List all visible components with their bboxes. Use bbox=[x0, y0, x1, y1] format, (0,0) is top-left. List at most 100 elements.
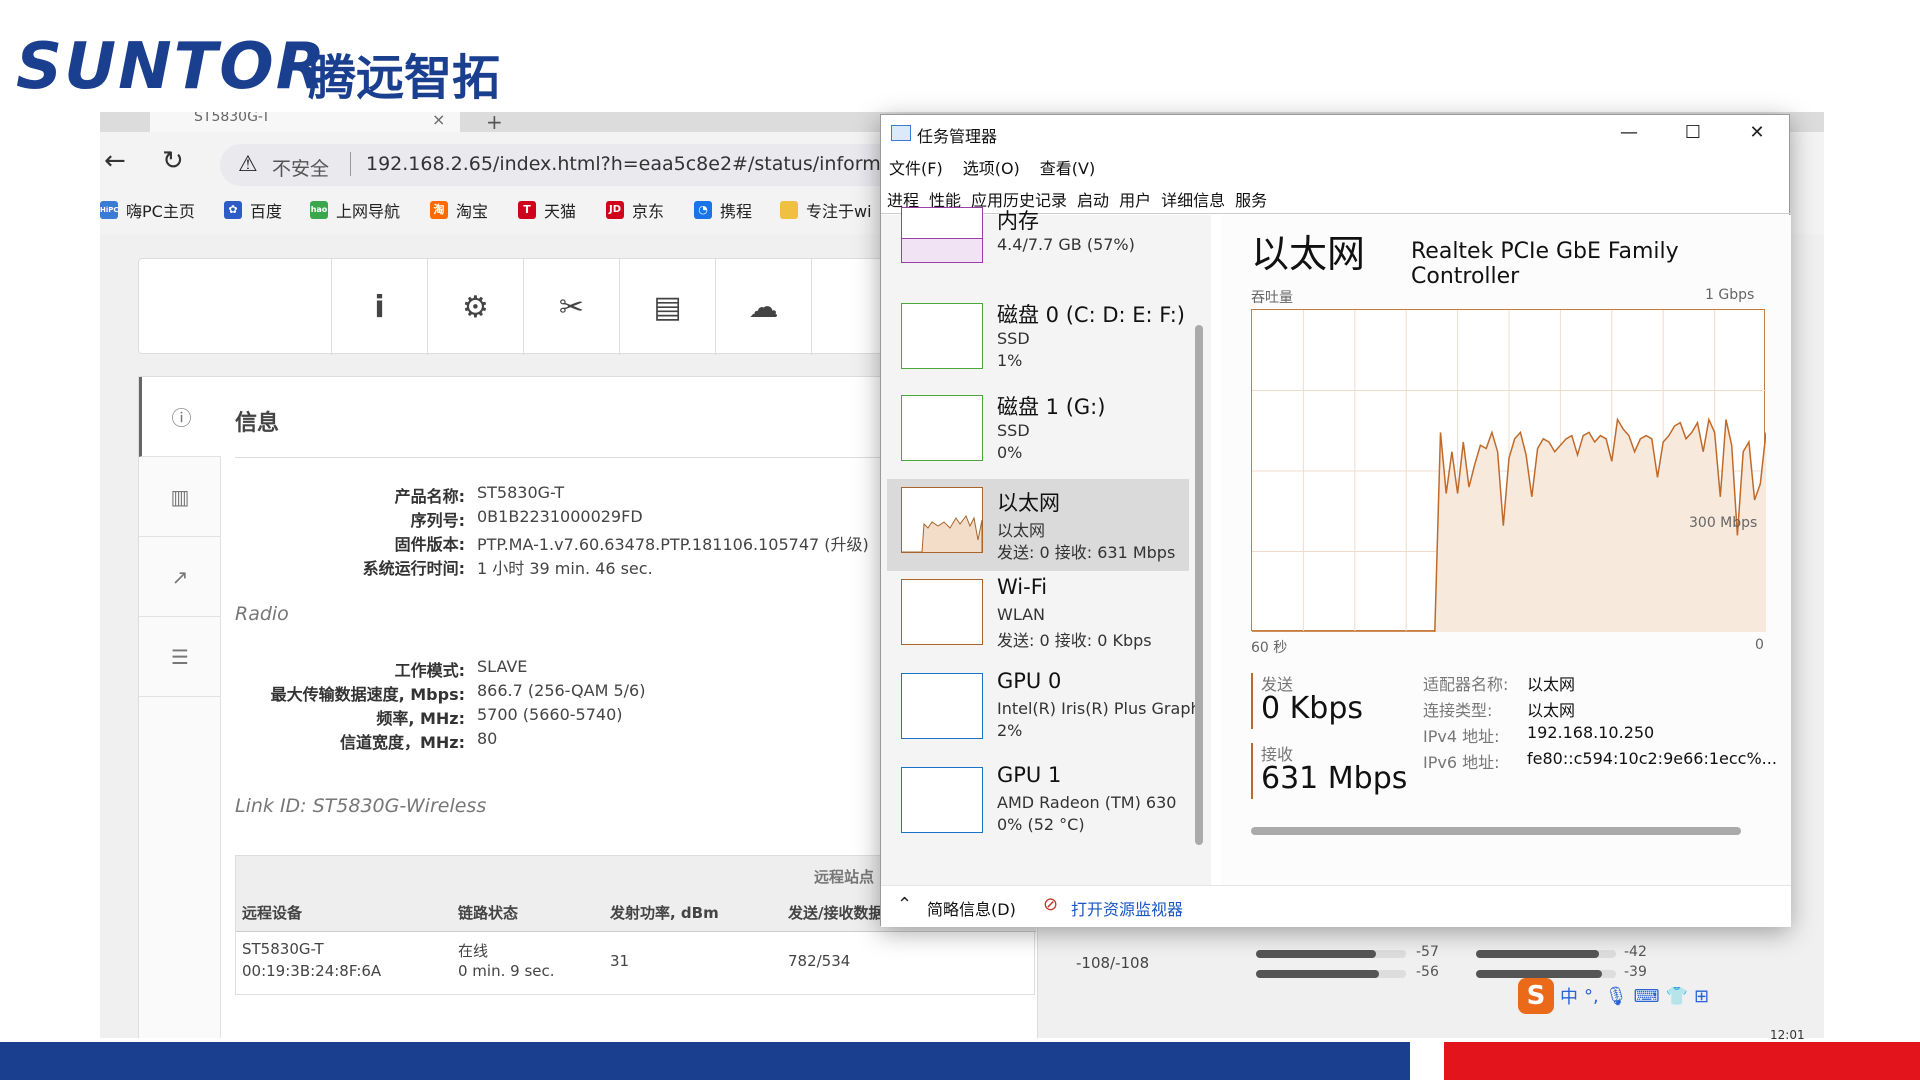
signal-bar-label: -57 bbox=[1416, 944, 1439, 960]
throughput-graph bbox=[1251, 309, 1767, 633]
keyboard-icon[interactable]: ⌨ bbox=[1634, 986, 1660, 1007]
device-toolbar: i ⚙ ✂ ▤ ☁ bbox=[138, 258, 898, 355]
info-icon[interactable]: i bbox=[331, 259, 427, 355]
bookmark-item[interactable]: ◔ 携程 bbox=[694, 198, 752, 222]
globe-icon: ◔ bbox=[694, 201, 712, 219]
gear-icon[interactable]: ⚙ bbox=[427, 259, 523, 355]
resource-detail: WLAN bbox=[997, 605, 1046, 624]
resource-gpu0[interactable]: GPU 0 Intel(R) Iris(R) Plus Graph 2% bbox=[887, 665, 1201, 753]
signal-bar-fill bbox=[1256, 970, 1379, 978]
resource-disk1[interactable]: 磁盘 1 (G:) SSD 0% bbox=[887, 387, 1189, 475]
resource-list-scrollbar[interactable] bbox=[1195, 325, 1203, 845]
detail-value: 192.168.10.250 bbox=[1527, 723, 1655, 742]
field-value: 1 小时 39 min. 46 sec. bbox=[477, 559, 653, 578]
remote-device-mac: 00:19:3B:24:8F:6A bbox=[242, 962, 382, 980]
resource-detail: AMD Radeon (TM) 630 bbox=[997, 793, 1177, 812]
new-tab-icon[interactable]: + bbox=[486, 112, 503, 134]
resource-detail: SSD bbox=[997, 329, 1030, 348]
signal-bar-label: -56 bbox=[1416, 964, 1439, 980]
resource-disk0[interactable]: 磁盘 0 (C: D: E: F:) SSD 1% bbox=[887, 295, 1189, 383]
detail-value: fe80::c594:10c2:9e66:1ecc%... bbox=[1527, 749, 1777, 768]
field-value: 866.7 (256-QAM 5/6) bbox=[477, 681, 646, 700]
throughput-label: 吞吐量 bbox=[1251, 290, 1293, 306]
bookmark-item[interactable]: hao 上网导航 bbox=[310, 198, 400, 222]
group-header-label: 远程站点 bbox=[814, 868, 875, 886]
resource-detail: 2% bbox=[997, 721, 1023, 740]
resource-wifi[interactable]: Wi-Fi WLAN 发送: 0 接收: 0 Kbps bbox=[887, 571, 1189, 659]
list-icon[interactable]: ☰ bbox=[139, 617, 221, 697]
back-arrow-icon[interactable]: ← bbox=[104, 146, 126, 176]
resource-gpu1[interactable]: GPU 1 AMD Radeon (TM) 630 0% (52 °C) bbox=[887, 759, 1189, 847]
menu-view[interactable]: 查看(V) bbox=[1040, 155, 1095, 179]
field-label: 最大传输数据速度, Mbps: bbox=[270, 685, 465, 704]
skin-icon[interactable]: 👕 bbox=[1666, 986, 1688, 1007]
field-label: 产品名称: bbox=[394, 487, 465, 506]
throughput-chart-svg bbox=[1252, 310, 1767, 633]
table-row[interactable]: ST5830G-T 00:19:3B:24:8F:6A 在线 0 min. 9 … bbox=[236, 934, 1036, 994]
field-value[interactable]: PTP.MA-1.v7.60.63478.PTP.181106.105747 (… bbox=[477, 531, 869, 555]
resource-name: 磁盘 1 (G:) bbox=[997, 395, 1106, 419]
maximize-button[interactable]: ☐ bbox=[1661, 115, 1725, 149]
detail-key: IPv4 地址: bbox=[1423, 727, 1500, 746]
bookmark-item[interactable]: T 天猫 bbox=[518, 198, 576, 222]
menu-file[interactable]: 文件(F) bbox=[889, 155, 943, 179]
cloud-icon[interactable]: ☁ bbox=[715, 259, 811, 355]
task-manager-footer: ⌃ 简略信息(D) ⊘ 打开资源监视器 bbox=[881, 885, 1791, 927]
warning-icon[interactable]: ⚠ bbox=[238, 152, 258, 177]
line-chart-icon[interactable]: ↗ bbox=[139, 537, 221, 617]
log-icon[interactable]: ▤ bbox=[619, 259, 715, 355]
column-header: 发送/接收数据 bbox=[788, 904, 884, 922]
sidebar-info-icon[interactable]: ⓘ bbox=[139, 377, 221, 457]
chinese-mode-icon[interactable]: 中 bbox=[1560, 983, 1578, 1009]
send-indicator bbox=[1251, 673, 1253, 729]
punctuation-icon[interactable]: °, bbox=[1584, 986, 1599, 1007]
resource-thumbnail bbox=[901, 767, 983, 833]
y-max-label: 1 Gbps bbox=[1705, 287, 1755, 303]
bookmark-label: 上网导航 bbox=[336, 202, 401, 221]
refresh-icon[interactable]: ↻ bbox=[162, 146, 184, 176]
resource-name: GPU 0 bbox=[997, 669, 1062, 693]
logo-latin: SUNTOR bbox=[16, 30, 327, 104]
bookmark-item[interactable]: 淘淘宝 bbox=[430, 198, 488, 222]
bookmark-item[interactable]: ✿ 百度 bbox=[224, 198, 282, 222]
close-button[interactable]: ✕ bbox=[1725, 115, 1789, 149]
field-label: 系统运行时间: bbox=[362, 559, 465, 578]
bar-chart-icon[interactable]: ▥ bbox=[139, 457, 221, 537]
apps-icon[interactable]: ⊞ bbox=[1694, 986, 1709, 1007]
microphone-icon[interactable]: 🎙 bbox=[1605, 986, 1628, 1007]
bookmark-item[interactable]: JD 京东 bbox=[606, 198, 664, 222]
bookmark-label: 嗨PC主页 bbox=[126, 202, 195, 221]
bookmark-item[interactable]: HiPC 嗨PC主页 bbox=[100, 198, 195, 222]
detail-value: 以太网 bbox=[1527, 701, 1576, 720]
bookmark-item[interactable]: 专注于wi bbox=[780, 198, 872, 222]
open-resource-monitor-link[interactable]: 打开资源监视器 bbox=[1071, 896, 1183, 920]
fewer-details-link[interactable]: 简略信息(D) bbox=[927, 896, 1016, 920]
task-manager-window: 任务管理器 — ☐ ✕ 文件(F) 选项(O) 查看(V) 进程 性能 应用历史… bbox=[880, 114, 1791, 927]
detail-value: 以太网 bbox=[1527, 675, 1576, 694]
resource-memory[interactable]: 内存 4.4/7.7 GB (57%) bbox=[887, 205, 1189, 293]
minimize-button[interactable]: — bbox=[1597, 115, 1661, 149]
tab-close-icon[interactable]: × bbox=[432, 112, 445, 128]
bookmark-label: 天猫 bbox=[544, 202, 577, 221]
url-text[interactable]: 192.168.2.65/index.html?h=eaa5c8e2#/stat… bbox=[366, 153, 929, 175]
menu-options[interactable]: 选项(O) bbox=[963, 155, 1020, 179]
signal-bar bbox=[1256, 970, 1406, 978]
chevron-up-icon[interactable]: ⌃ bbox=[897, 894, 912, 915]
field-value: 0B1B2231000029FD bbox=[477, 507, 643, 526]
sogou-ime-icon[interactable]: S bbox=[1518, 978, 1554, 1014]
detail-horizontal-scrollbar[interactable] bbox=[1251, 827, 1741, 835]
company-logo: SUNTOR 腾远智拓 bbox=[8, 8, 528, 106]
resource-detail: 以太网 bbox=[997, 521, 1046, 540]
field-value: 80 bbox=[477, 729, 498, 748]
resource-detail: 4.4/7.7 GB (57%) bbox=[997, 235, 1135, 254]
resource-detail: 1% bbox=[997, 351, 1023, 370]
ethernet-detail-panel: 以太网 Realtek PCIe GbE Family Controller 吞… bbox=[1221, 215, 1791, 885]
insecure-label[interactable]: 不安全 bbox=[272, 154, 329, 181]
tab-services[interactable]: 服务 bbox=[1235, 187, 1267, 213]
resource-ethernet[interactable]: 以太网 以太网 发送: 0 接收: 631 Mbps bbox=[887, 479, 1189, 571]
resource-thumbnail bbox=[901, 303, 983, 369]
receive-indicator bbox=[1251, 743, 1253, 799]
tools-icon[interactable]: ✂ bbox=[523, 259, 619, 355]
browser-tab[interactable]: ST5830G-T × bbox=[150, 112, 460, 132]
url-separator bbox=[350, 152, 351, 176]
